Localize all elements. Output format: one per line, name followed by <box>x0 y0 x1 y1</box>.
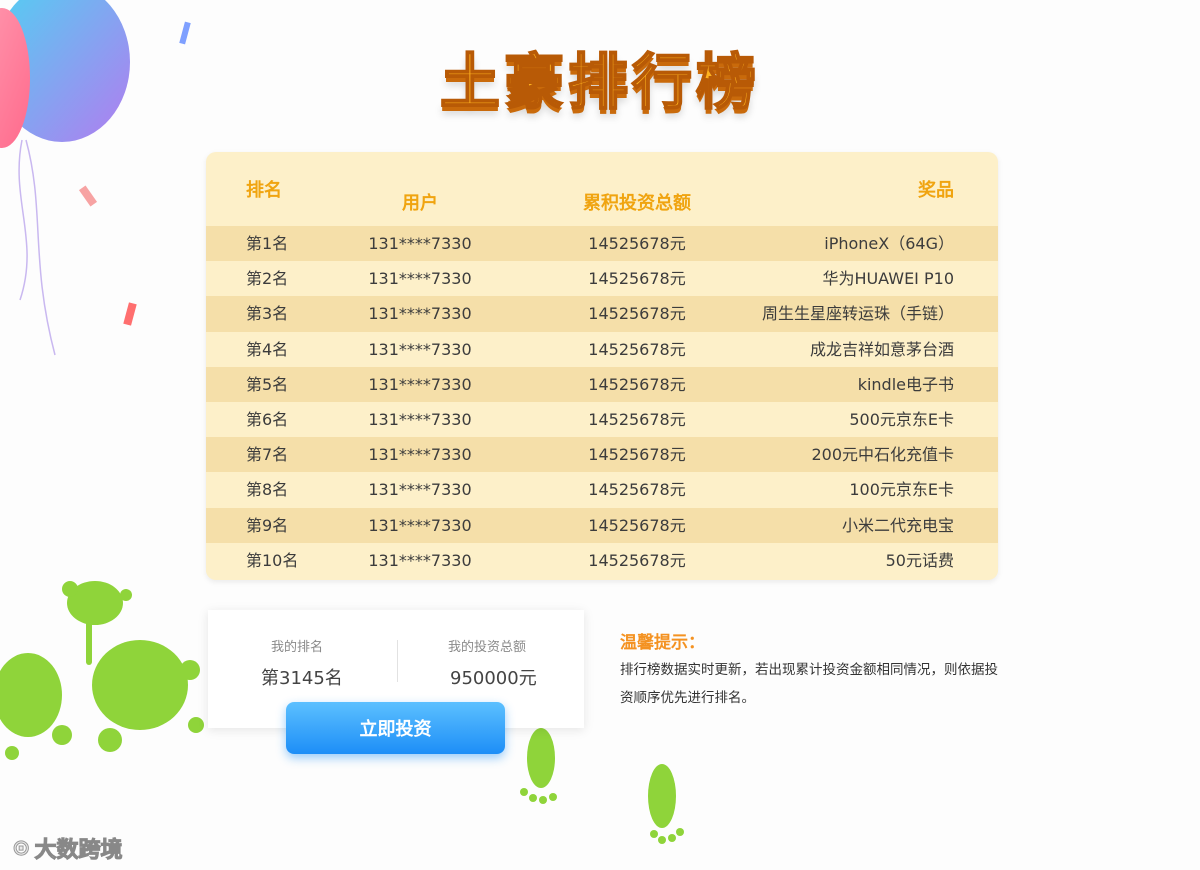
cell-total: 14525678元 <box>588 304 686 324</box>
invest-now-button[interactable]: 立即投资 <box>286 702 505 754</box>
cell-prize: 小米二代充电宝 <box>841 515 954 535</box>
cell-total: 14525678元 <box>588 374 686 394</box>
cell-user: 131****7330 <box>368 445 472 465</box>
cell-rank: 第8名 <box>246 480 289 500</box>
cell-prize: kindle电子书 <box>857 374 954 394</box>
my-total-label: 我的投资总额 <box>448 640 527 655</box>
cell-total: 14525678元 <box>588 234 686 253</box>
table-row: 第10名 131****7330 14525678元 50元话费 <box>206 542 998 578</box>
cell-user: 131****7330 <box>368 480 472 500</box>
tips-text: 排行榜数据实时更新，若出现累计投资金额相同情况，则依据投资顺序优先进行排名。 <box>620 662 998 706</box>
table-row: 第5名 131****7330 14525678元 kindle电子书 <box>206 366 998 402</box>
table-row: 第2名 131****7330 14525678元 华为HUAWEI P10 <box>206 261 998 297</box>
cell-total: 14525678元 <box>588 515 686 535</box>
table-row: 第1名 131****7330 14525678元 iPhoneX（64G） <box>206 226 998 262</box>
cell-rank: 第7名 <box>246 445 289 465</box>
cell-rank: 第3名 <box>246 304 289 324</box>
watermark-text: 大数跨境 <box>34 838 123 864</box>
header-prize: 奖品 <box>918 180 954 201</box>
cell-total: 14525678元 <box>588 445 686 465</box>
tips-title: 温馨提示： <box>620 633 705 653</box>
page-title: 土豪排行榜 <box>439 47 760 119</box>
table-row: 第4名 131****7330 14525678元 成龙吉祥如意茅台酒 <box>206 331 998 367</box>
cell-prize: 200元中石化充值卡 <box>811 445 954 465</box>
cell-rank: 第6名 <box>246 409 289 429</box>
cell-rank: 第4名 <box>246 339 289 359</box>
cell-prize: 华为HUAWEI P10 <box>822 269 954 289</box>
footprint-decoration <box>520 728 557 804</box>
cell-rank: 第9名 <box>246 515 289 535</box>
my-rank-value: 第3145名 <box>261 668 343 689</box>
cell-total: 14525678元 <box>588 550 686 570</box>
cell-user: 131****7330 <box>368 515 472 535</box>
watermark-logo: ⊙ 大数跨境 <box>11 832 123 864</box>
cell-user: 131****7330 <box>368 339 472 359</box>
cell-total: 14525678元 <box>588 339 686 359</box>
cell-total: 14525678元 <box>588 409 686 429</box>
paint-splash-decoration <box>0 581 204 760</box>
table-header: 排名 用户 累积投资总额 奖品 <box>206 152 998 226</box>
cell-user: 131****7330 <box>368 550 472 570</box>
header-total: 累积投资总额 <box>583 193 691 214</box>
table-row: 第3名 131****7330 14525678元 周生生星座转运珠（手链） <box>206 296 998 332</box>
table-body: 第1名 131****7330 14525678元 iPhoneX（64G） 第… <box>206 226 998 578</box>
cell-user: 131****7330 <box>368 269 472 289</box>
header-user: 用户 <box>402 193 438 214</box>
cell-prize: iPhoneX（64G） <box>824 234 954 253</box>
cell-user: 131****7330 <box>368 234 472 253</box>
header-rank: 排名 <box>246 180 282 201</box>
table-row: 第6名 131****7330 14525678元 500元京东E卡 <box>206 401 998 438</box>
logo-icon: ⊙ <box>11 835 31 861</box>
cell-rank: 第10名 <box>246 550 299 570</box>
cell-user: 131****7330 <box>368 409 472 429</box>
cell-total: 14525678元 <box>588 269 686 289</box>
footprint-decoration <box>648 764 684 844</box>
cell-prize: 成龙吉祥如意茅台酒 <box>809 339 954 359</box>
cell-rank: 第1名 <box>246 234 289 253</box>
cell-prize: 周生生星座转运珠（手链） <box>761 304 954 324</box>
cell-rank: 第5名 <box>246 374 289 394</box>
cell-total: 14525678元 <box>588 480 686 500</box>
my-rank-label: 我的排名 <box>271 640 324 655</box>
table-row: 第8名 131****7330 14525678元 100元京东E卡 <box>206 472 998 508</box>
cell-prize: 500元京东E卡 <box>849 409 954 429</box>
cell-user: 131****7330 <box>368 304 472 324</box>
cell-user: 131****7330 <box>368 374 472 394</box>
table-row: 第9名 131****7330 14525678元 小米二代充电宝 <box>206 507 998 543</box>
cell-prize: 50元话费 <box>885 550 954 570</box>
leaderboard-table: 排名 用户 累积投资总额 奖品 第1名 131****7330 14525678… <box>206 152 998 580</box>
cell-prize: 100元京东E卡 <box>849 480 954 500</box>
table-row: 第7名 131****7330 14525678元 200元中石化充值卡 <box>206 437 998 473</box>
divider <box>397 640 398 682</box>
cell-rank: 第2名 <box>246 269 289 289</box>
my-total-value: 950000元 <box>450 668 537 689</box>
